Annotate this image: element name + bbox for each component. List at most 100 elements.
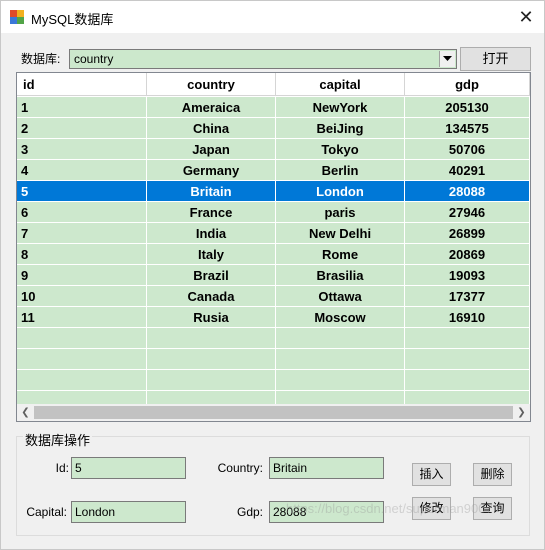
scroll-right-icon[interactable]: ❯ xyxy=(513,404,530,421)
cell-capital[interactable]: NewYork xyxy=(276,97,405,118)
cell-capital[interactable]: paris xyxy=(276,202,405,223)
cell-country[interactable]: Italy xyxy=(147,244,276,265)
cell-country[interactable]: Ameraica xyxy=(147,97,276,118)
cell-capital[interactable]: Moscow xyxy=(276,307,405,328)
cell-capital[interactable]: London xyxy=(276,181,405,202)
cell-gdp[interactable]: 26899 xyxy=(405,223,530,244)
table-row[interactable]: 9 Brazil Brasilia 19093 xyxy=(17,265,530,286)
cell-capital[interactable] xyxy=(276,370,405,391)
id-label: Id: xyxy=(55,461,69,475)
cell-country[interactable] xyxy=(147,349,276,370)
dropdown-arrow-icon[interactable] xyxy=(439,51,455,67)
insert-button[interactable]: 插入 xyxy=(412,463,451,486)
cell-capital[interactable] xyxy=(276,328,405,349)
database-select-value: country xyxy=(74,52,114,66)
table-row[interactable]: 2 China BeiJing 134575 xyxy=(17,118,530,139)
table-row[interactable]: 5 Britain London 28088 xyxy=(17,181,530,202)
table-row[interactable]: 3 Japan Tokyo 50706 xyxy=(17,139,530,160)
cell-country[interactable]: India xyxy=(147,223,276,244)
cell-gdp[interactable]: 16910 xyxy=(405,307,530,328)
horizontal-scrollbar[interactable]: ❮ ❯ xyxy=(17,404,530,421)
cell-country[interactable]: Germany xyxy=(147,160,276,181)
cell-id[interactable] xyxy=(17,328,147,349)
cell-country[interactable]: Brazil xyxy=(147,265,276,286)
open-button[interactable]: 打开 xyxy=(460,47,531,71)
query-button[interactable]: 查询 xyxy=(473,497,512,520)
cell-gdp[interactable]: 134575 xyxy=(405,118,530,139)
cell-id[interactable]: 10 xyxy=(17,286,147,307)
cell-id[interactable]: 8 xyxy=(17,244,147,265)
grid-header: id country capital gdp xyxy=(17,73,530,97)
cell-gdp[interactable]: 27946 xyxy=(405,202,530,223)
table-row[interactable]: 4 Germany Berlin 40291 xyxy=(17,160,530,181)
country-field[interactable]: Britain xyxy=(269,457,384,479)
cell-id[interactable]: 5 xyxy=(17,181,147,202)
capital-field[interactable]: London xyxy=(71,501,186,523)
cell-gdp[interactable]: 17377 xyxy=(405,286,530,307)
empty-row[interactable] xyxy=(17,349,530,370)
cell-id[interactable] xyxy=(17,370,147,391)
country-label: Country: xyxy=(217,461,263,475)
cell-country[interactable]: Britain xyxy=(147,181,276,202)
id-field[interactable]: 5 xyxy=(71,457,186,479)
cell-id[interactable]: 3 xyxy=(17,139,147,160)
cell-gdp[interactable] xyxy=(405,328,530,349)
cell-gdp[interactable]: 19093 xyxy=(405,265,530,286)
cell-gdp[interactable]: 40291 xyxy=(405,160,530,181)
table-row[interactable]: 8 Italy Rome 20869 xyxy=(17,244,530,265)
cell-capital[interactable]: BeiJing xyxy=(276,118,405,139)
cell-country[interactable] xyxy=(147,370,276,391)
database-app-icon xyxy=(9,9,25,25)
column-header-id[interactable]: id xyxy=(17,73,147,96)
cell-capital[interactable]: Tokyo xyxy=(276,139,405,160)
cell-gdp[interactable] xyxy=(405,370,530,391)
cell-country[interactable]: Rusia xyxy=(147,307,276,328)
gdp-field[interactable]: 28088 xyxy=(269,501,384,523)
cell-capital[interactable]: New Delhi xyxy=(276,223,405,244)
title-bar[interactable]: MySQL数据库 ✕ xyxy=(1,1,544,33)
cell-country[interactable]: France xyxy=(147,202,276,223)
cell-gdp[interactable]: 205130 xyxy=(405,97,530,118)
database-label: 数据库: xyxy=(21,52,61,66)
gdp-label: Gdp: xyxy=(236,505,263,519)
table-row[interactable]: 6 France paris 27946 xyxy=(17,202,530,223)
table-row[interactable]: 1 Ameraica NewYork 205130 xyxy=(17,97,530,118)
cell-country[interactable]: Canada xyxy=(147,286,276,307)
capital-label: Capital: xyxy=(26,505,67,519)
cell-capital[interactable]: Ottawa xyxy=(276,286,405,307)
cell-country[interactable]: China xyxy=(147,118,276,139)
cell-id[interactable]: 7 xyxy=(17,223,147,244)
table-row[interactable]: 7 India New Delhi 26899 xyxy=(17,223,530,244)
table-row[interactable]: 11 Rusia Moscow 16910 xyxy=(17,307,530,328)
column-header-gdp[interactable]: gdp xyxy=(405,73,530,96)
empty-row[interactable] xyxy=(17,370,530,391)
cell-country[interactable] xyxy=(147,328,276,349)
cell-id[interactable]: 11 xyxy=(17,307,147,328)
cell-id[interactable] xyxy=(17,349,147,370)
data-grid[interactable]: id country capital gdp 1 Ameraica NewYork 2051… xyxy=(16,72,531,422)
cell-id[interactable]: 9 xyxy=(17,265,147,286)
column-header-capital[interactable]: capital xyxy=(276,73,405,96)
scroll-left-icon[interactable]: ❮ xyxy=(17,404,34,421)
cell-id[interactable]: 1 xyxy=(17,97,147,118)
cell-gdp[interactable] xyxy=(405,349,530,370)
cell-capital[interactable]: Rome xyxy=(276,244,405,265)
cell-capital[interactable]: Brasilia xyxy=(276,265,405,286)
cell-id[interactable]: 6 xyxy=(17,202,147,223)
empty-row[interactable] xyxy=(17,328,530,349)
cell-gdp[interactable]: 20869 xyxy=(405,244,530,265)
modify-button[interactable]: 修改 xyxy=(412,497,451,520)
cell-id[interactable]: 2 xyxy=(17,118,147,139)
cell-id[interactable]: 4 xyxy=(17,160,147,181)
scrollbar-thumb[interactable] xyxy=(34,406,513,419)
delete-button[interactable]: 删除 xyxy=(473,463,512,486)
cell-gdp[interactable]: 50706 xyxy=(405,139,530,160)
close-icon[interactable]: ✕ xyxy=(511,3,541,31)
cell-gdp[interactable]: 28088 xyxy=(405,181,530,202)
column-header-country[interactable]: country xyxy=(147,73,276,96)
cell-capital[interactable]: Berlin xyxy=(276,160,405,181)
cell-country[interactable]: Japan xyxy=(147,139,276,160)
cell-capital[interactable] xyxy=(276,349,405,370)
table-row[interactable]: 10 Canada Ottawa 17377 xyxy=(17,286,530,307)
database-select[interactable]: country xyxy=(69,49,457,69)
